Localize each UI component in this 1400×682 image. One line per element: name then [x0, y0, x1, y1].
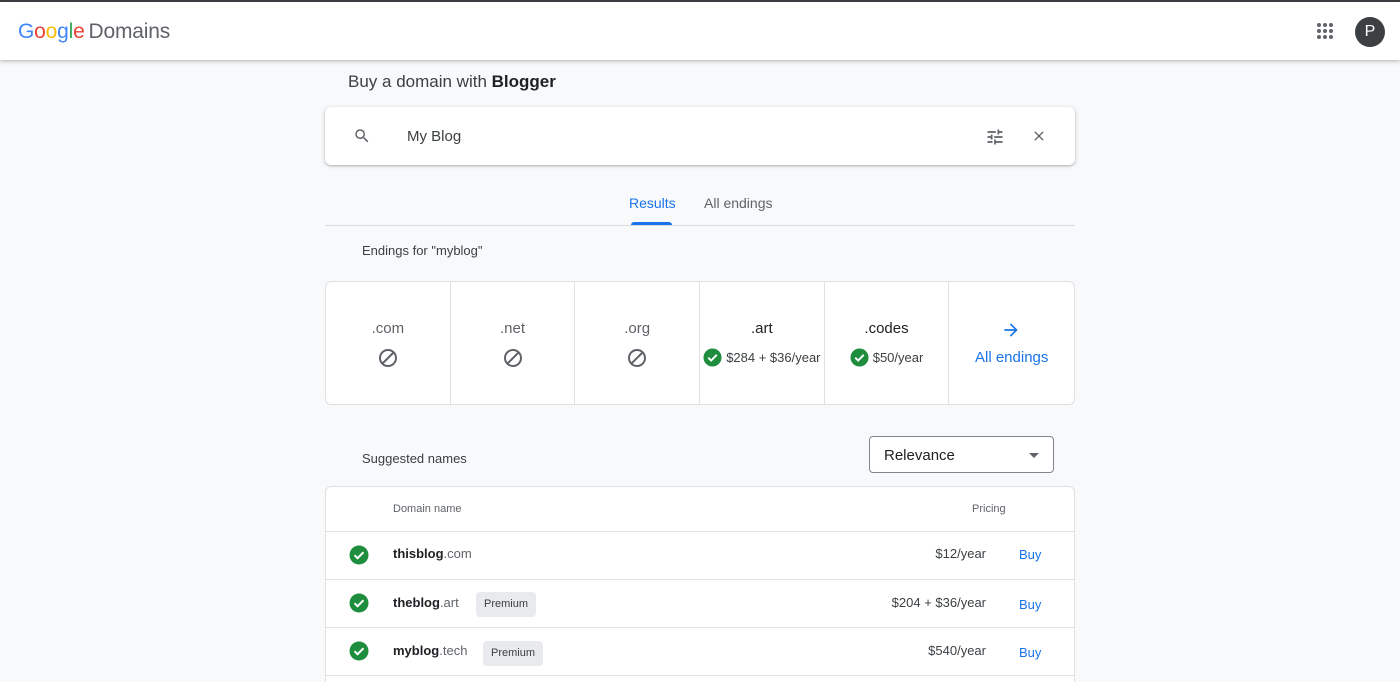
- table-row: theblog.art Premium $204 + $36/year Buy: [326, 580, 1074, 628]
- endings-card: .com .net .org .art $284 + $36/year .cod…: [325, 281, 1075, 405]
- ending-tld: .org: [624, 320, 651, 337]
- buy-button[interactable]: Buy: [1019, 547, 1041, 562]
- search-bar: [325, 107, 1075, 165]
- available-check-icon: [850, 348, 869, 367]
- ending-tld: .com: [371, 320, 405, 337]
- ending-tld: .net: [499, 320, 526, 337]
- column-pricing: Pricing: [972, 503, 1006, 515]
- domain-name: myblog.tech: [393, 643, 467, 658]
- logo-letter: G: [18, 20, 35, 43]
- app-header: Google Domains P: [0, 2, 1400, 60]
- available-check-icon: [349, 545, 369, 565]
- google-domains-logo[interactable]: Google Domains: [18, 20, 170, 44]
- domain-name-tld: .tech: [439, 643, 468, 658]
- account-avatar[interactable]: P: [1355, 17, 1385, 47]
- tab-results[interactable]: Results: [629, 195, 676, 211]
- endings-heading: Endings for "myblog": [362, 243, 483, 258]
- premium-badge: Premium: [483, 641, 544, 666]
- suggested-names-table: Domain name Pricing thisblog.com $12/yea…: [325, 486, 1075, 682]
- table-header: Domain name Pricing: [326, 487, 1074, 532]
- ending-codes[interactable]: .codes $50/year: [825, 282, 950, 404]
- logo-letter: g: [57, 20, 69, 43]
- domain-name: theblog.art: [393, 595, 459, 610]
- sort-selected-value: Relevance: [884, 447, 955, 464]
- ending-price-row: $50/year: [825, 348, 949, 367]
- domain-name-base: theblog: [393, 595, 440, 610]
- buy-button[interactable]: Buy: [1019, 645, 1041, 660]
- unavailable-icon: [503, 349, 522, 367]
- ending-tld: .art: [751, 320, 773, 337]
- available-check-icon: [349, 641, 369, 661]
- suggested-names-heading: Suggested names: [362, 451, 467, 466]
- logo-product-name: Domains: [88, 20, 171, 43]
- ending-org[interactable]: .org: [575, 282, 701, 404]
- logo-letter: o: [34, 20, 46, 43]
- search-input[interactable]: [407, 124, 967, 148]
- all-endings-link[interactable]: All endings: [949, 282, 1074, 404]
- ending-com[interactable]: .com: [326, 282, 451, 404]
- ending-price: $284 + $36/year: [726, 350, 821, 365]
- domain-name-tld: .com: [443, 546, 472, 561]
- page-title-prefix: Buy a domain with: [348, 72, 492, 91]
- available-check-icon: [703, 348, 722, 367]
- results-tabs: Results All endings: [325, 186, 1075, 226]
- available-check-icon: [349, 593, 369, 613]
- page-title: Buy a domain with Blogger: [348, 72, 556, 92]
- caret-down-icon: [1029, 453, 1039, 458]
- ending-tld: .codes: [864, 320, 909, 337]
- arrow-right-icon: [1004, 323, 1019, 337]
- ending-art[interactable]: .art $284 + $36/year: [700, 282, 825, 404]
- table-row: myblog.tech Premium $540/year Buy: [326, 628, 1074, 676]
- active-tab-indicator: [631, 222, 672, 225]
- unavailable-icon: [628, 349, 647, 367]
- domain-price: $204 + $36/year: [891, 595, 986, 610]
- domain-price: $540/year: [928, 643, 986, 658]
- table-row: thisblog.com $12/year Buy: [326, 532, 1074, 580]
- domain-name-tld: .art: [439, 595, 459, 610]
- domain-price: $12/year: [935, 546, 986, 561]
- column-domain-name: Domain name: [393, 503, 462, 515]
- search-icon: [355, 129, 369, 143]
- domain-name: thisblog.com: [393, 546, 472, 561]
- close-icon[interactable]: [1031, 128, 1047, 144]
- ending-net[interactable]: .net: [451, 282, 576, 404]
- buy-button[interactable]: Buy: [1019, 597, 1041, 612]
- premium-badge: Premium: [476, 592, 537, 617]
- tab-all-endings[interactable]: All endings: [704, 195, 773, 211]
- all-endings-label: All endings: [975, 349, 1049, 366]
- logo-letter: e: [73, 20, 85, 43]
- logo-letter: o: [45, 20, 58, 43]
- unavailable-icon: [379, 349, 397, 367]
- ending-price-row: $284 + $36/year: [700, 348, 824, 367]
- domain-name-base: myblog: [393, 643, 440, 658]
- page-title-brand: Blogger: [491, 72, 556, 91]
- apps-grid-icon[interactable]: [1316, 22, 1334, 40]
- ending-price: $50/year: [872, 350, 924, 365]
- sort-dropdown[interactable]: Relevance: [869, 436, 1054, 473]
- filter-tune-icon[interactable]: [985, 127, 1005, 147]
- domain-name-base: thisblog: [393, 546, 444, 561]
